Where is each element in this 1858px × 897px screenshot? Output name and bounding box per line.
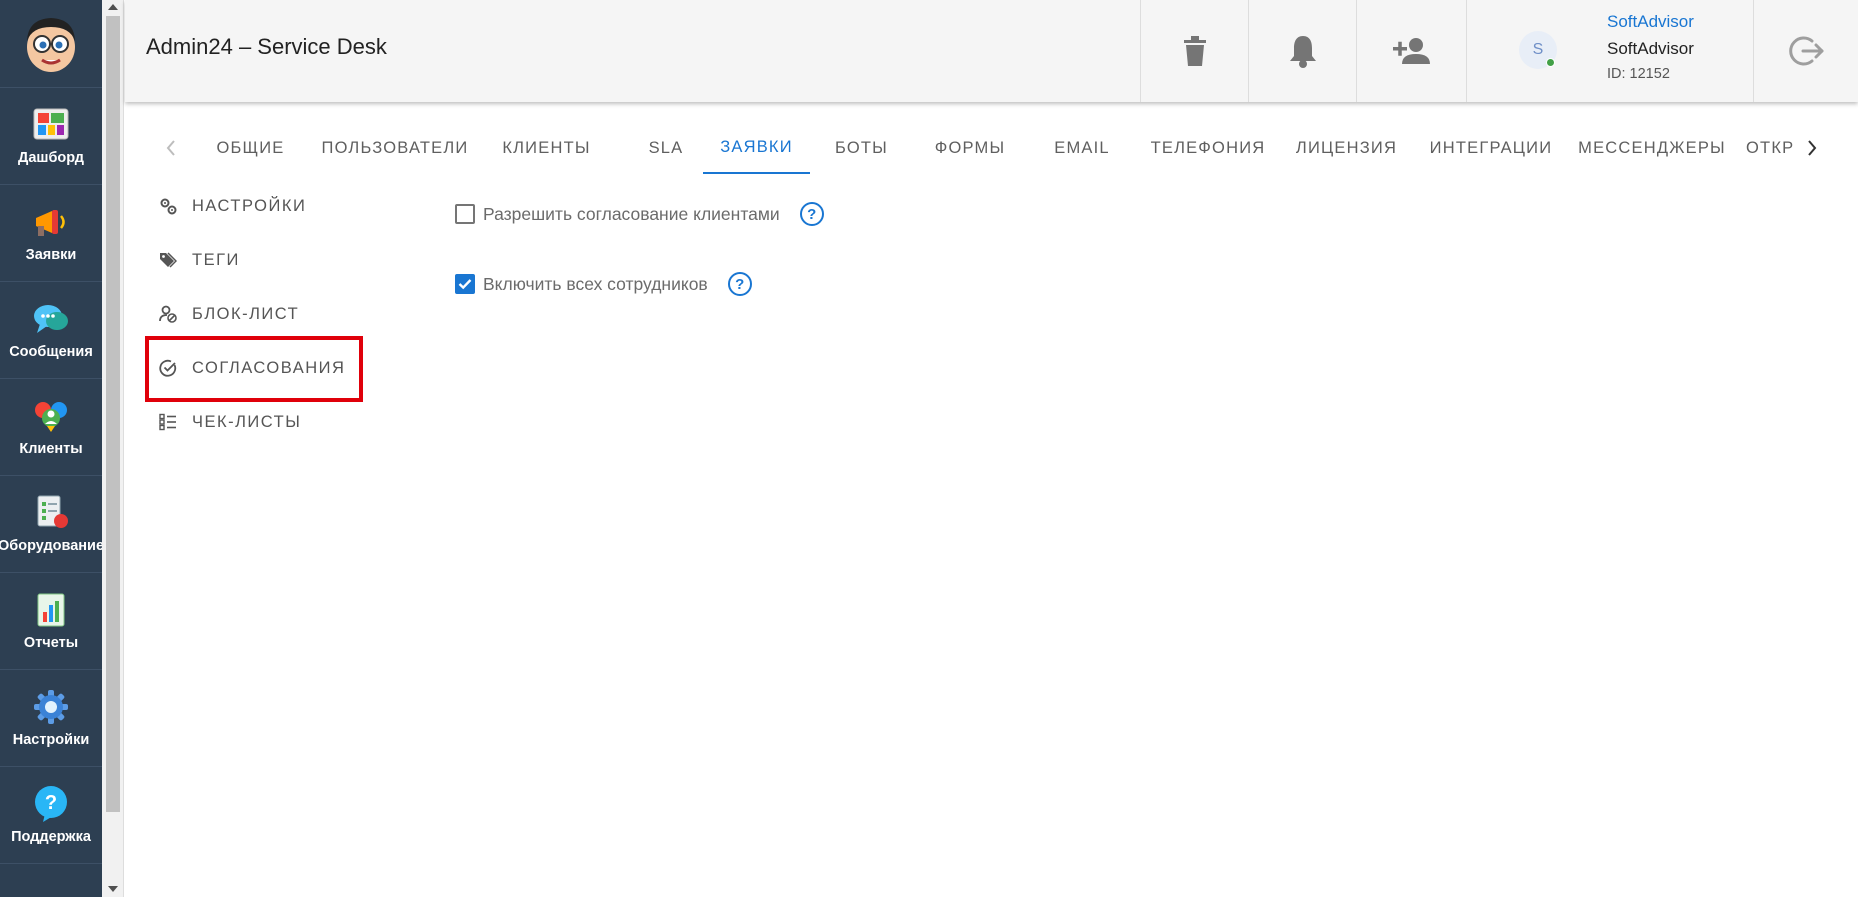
nav-label: Настройки <box>12 732 90 748</box>
dashboard-icon <box>32 106 70 144</box>
chat-bubbles-icon <box>32 300 70 338</box>
tab-tickets[interactable]: ЗАЯВКИ <box>703 122 810 174</box>
bell-icon <box>1289 36 1316 68</box>
nav-label: Клиенты <box>19 441 83 457</box>
setting-label: Разрешить согласование клиентами <box>483 203 780 224</box>
nav-item-support[interactable]: ? Поддержка <box>0 767 102 864</box>
chevron-right-icon <box>1808 140 1817 156</box>
cartoon-face-logo-icon <box>27 17 75 72</box>
nav-label: Оборудование <box>0 538 105 554</box>
menu-item-tags[interactable]: ТЕГИ <box>158 233 240 287</box>
menu-label: ЧЕК-ЛИСТЫ <box>192 412 302 431</box>
nav-label: Сообщения <box>9 344 93 360</box>
scroll-up-arrow-icon[interactable] <box>108 4 118 10</box>
menu-label: НАСТРОЙКИ <box>192 196 307 215</box>
tags-icon <box>158 250 178 270</box>
support-icon: ? <box>32 785 70 823</box>
setting-label: Включить всех сотрудников <box>483 273 708 294</box>
add-user-button[interactable] <box>1356 0 1464 102</box>
menu-item-checklists[interactable]: ЧЕК-ЛИСТЫ <box>158 395 301 449</box>
page-title: Admin24 – Service Desk <box>146 34 387 59</box>
help-icon[interactable]: ? <box>727 272 752 296</box>
setting-include-all-employees: Включить всех сотрудников ? <box>455 272 752 296</box>
nav-item-tickets[interactable]: Заявки <box>0 185 102 282</box>
tab-general[interactable]: ОБЩИЕ <box>192 122 309 174</box>
user-id: ID: 12152 <box>1607 66 1670 82</box>
sidebar-nav: Дашборд Заявки Сообщения Клиенты Оборудо… <box>0 0 105 897</box>
equipment-icon <box>32 494 70 532</box>
check-circle-icon <box>158 358 178 378</box>
trash-button[interactable] <box>1140 0 1248 102</box>
notifications-button[interactable] <box>1248 0 1356 102</box>
top-header: Admin24 – Service Desk S SoftAdvisor Sof… <box>125 0 1858 102</box>
menu-item-settings[interactable]: НАСТРОЙКИ <box>158 179 306 233</box>
settings-cog-icon <box>158 196 178 216</box>
nav-item-reports[interactable]: Отчеты <box>0 573 102 670</box>
tab-clients[interactable]: КЛИЕНТЫ <box>481 122 612 174</box>
scroll-thumb[interactable] <box>106 16 120 812</box>
tab-forms[interactable]: ФОРМЫ <box>913 122 1027 174</box>
tab-messengers[interactable]: МЕССЕНДЖЕРЫ <box>1568 122 1736 174</box>
checklist-icon <box>158 412 178 432</box>
online-status-dot <box>1546 58 1555 67</box>
menu-label: ТЕГИ <box>192 250 240 269</box>
nav-item-equipment[interactable]: Оборудование <box>0 476 105 573</box>
tab-bots[interactable]: БОТЫ <box>810 122 913 174</box>
tab-license[interactable]: ЛИЦЕНЗИЯ <box>1279 122 1414 174</box>
trash-icon <box>1183 36 1206 66</box>
vertical-scrollbar[interactable] <box>102 0 124 897</box>
svg-text:?: ? <box>45 792 57 814</box>
scroll-down-arrow-icon[interactable] <box>108 886 118 892</box>
menu-item-approvals[interactable]: СОГЛАСОВАНИЯ <box>158 341 345 395</box>
menu-item-block-list[interactable]: БЛОК-ЛИСТ <box>158 287 299 341</box>
settings-tabs: ОБЩИЕ ПОЛЬЗОВАТЕЛИ КЛИЕНТЫ SLA ЗАЯВКИ БО… <box>150 122 1825 174</box>
user-profile-link[interactable]: SoftAdvisor <box>1607 12 1694 32</box>
setting-allow-client-approval: Разрешить согласование клиентами ? <box>455 202 824 226</box>
nav-item-messages[interactable]: Сообщения <box>0 282 102 379</box>
nav-label: Отчеты <box>23 635 79 651</box>
nav-item-dashboard[interactable]: Дашборд <box>0 88 102 185</box>
tab-email[interactable]: EMAIL <box>1027 122 1137 174</box>
nav-item-clients[interactable]: Клиенты <box>0 379 102 476</box>
nav-label: Заявки <box>25 247 77 263</box>
add-user-icon <box>1392 38 1430 64</box>
checkmark-icon <box>458 279 472 290</box>
menu-label: БЛОК-ЛИСТ <box>192 304 300 323</box>
gear-icon <box>32 688 70 726</box>
tabs-scroll-right[interactable] <box>1791 122 1833 174</box>
user-name: SoftAdvisor <box>1607 39 1694 58</box>
nav-label: Поддержка <box>11 829 91 845</box>
block-list-icon <box>158 304 178 324</box>
reports-icon <box>32 591 70 629</box>
nav-label: Дашборд <box>18 150 84 166</box>
logout-button[interactable] <box>1753 0 1858 102</box>
help-icon[interactable]: ? <box>799 202 824 226</box>
megaphone-icon <box>32 203 70 241</box>
clients-icon <box>32 397 70 435</box>
menu-label: СОГЛАСОВАНИЯ <box>192 358 346 377</box>
user-profile: S SoftAdvisor SoftAdvisor ID: 12152 <box>1466 0 1753 102</box>
app-logo[interactable] <box>0 0 102 88</box>
nav-item-settings[interactable]: Настройки <box>0 670 102 767</box>
tab-integrations[interactable]: ИНТЕГРАЦИИ <box>1414 122 1568 174</box>
allow-client-approval-checkbox[interactable] <box>455 204 475 224</box>
include-all-employees-checkbox[interactable] <box>455 274 475 294</box>
logout-icon <box>1789 36 1824 66</box>
tab-users[interactable]: ПОЛЬЗОВАТЕЛИ <box>309 122 481 174</box>
tab-telephony[interactable]: ТЕЛЕФОНИЯ <box>1137 122 1279 174</box>
